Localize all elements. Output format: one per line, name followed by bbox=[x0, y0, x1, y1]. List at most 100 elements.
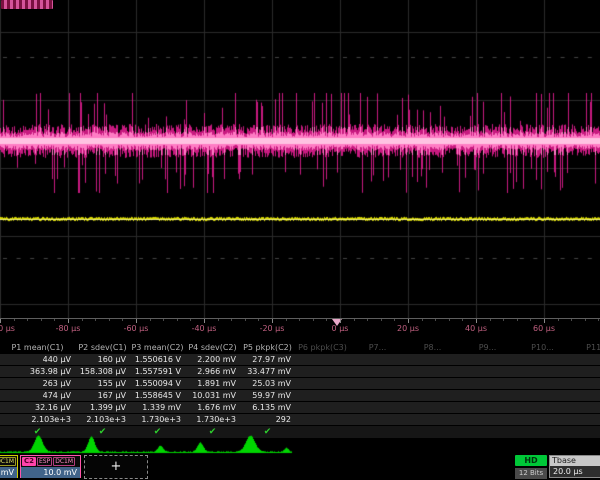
measure-value: 167 µV bbox=[75, 390, 130, 401]
axis-tick-label: -100 µs bbox=[0, 324, 15, 333]
measure-header-p7[interactable]: P7... bbox=[350, 342, 405, 353]
axis-minor-tick bbox=[299, 319, 300, 321]
axis-minor-tick bbox=[435, 319, 436, 321]
measure-header-p1[interactable]: P1 mean(C1) bbox=[0, 342, 75, 353]
measure-value: 33.477 mV bbox=[240, 366, 295, 377]
measure-row-num: 2.103e+3 2.103e+3 1.730e+3 1.730e+3 292 bbox=[0, 414, 600, 425]
measure-value: 1.676 mV bbox=[185, 402, 240, 413]
measurement-histicon-strip bbox=[0, 433, 600, 454]
axis-minor-tick bbox=[449, 319, 450, 321]
oscilloscope-screen: -100 µs-80 µs-60 µs-40 µs-20 µs0 µs20 µs… bbox=[0, 0, 600, 480]
axis-tick bbox=[476, 319, 477, 323]
axis-minor-tick bbox=[14, 319, 15, 321]
measure-value: 2.200 mV bbox=[185, 354, 240, 365]
axis-minor-tick bbox=[122, 319, 123, 321]
measure-value: 155 µV bbox=[75, 378, 130, 389]
axis-minor-tick bbox=[517, 319, 518, 321]
axis-minor-tick bbox=[231, 319, 232, 321]
measure-value: 27.97 mV bbox=[240, 354, 295, 365]
axis-tick bbox=[408, 319, 409, 323]
measure-header-p10[interactable]: P10... bbox=[515, 342, 570, 353]
axis-minor-tick bbox=[367, 319, 368, 321]
axis-tick-label: 40 µs bbox=[465, 324, 487, 333]
axis-minor-tick bbox=[422, 319, 423, 321]
measure-header-p6[interactable]: P6 pkpk(C3) bbox=[295, 342, 350, 353]
measure-value: 2.103e+3 bbox=[0, 414, 75, 425]
axis-tick-label: -60 µs bbox=[124, 324, 149, 333]
measure-row-value: 440 µV 160 µV 1.550616 V 2.200 mV 27.97 … bbox=[0, 354, 600, 365]
measure-value: 1.730e+3 bbox=[130, 414, 185, 425]
waveform-grid[interactable] bbox=[0, 0, 600, 318]
hd-mode-badge[interactable]: HD bbox=[515, 455, 547, 466]
timebase-descriptor[interactable]: Tbase 20.0 µs bbox=[549, 455, 600, 478]
measure-value: 10.031 mV bbox=[185, 390, 240, 401]
axis-minor-tick bbox=[313, 319, 314, 321]
axis-minor-tick bbox=[354, 319, 355, 321]
axis-minor-tick bbox=[82, 319, 83, 321]
timebase-value: 20.0 µs bbox=[550, 466, 600, 477]
axis-minor-tick bbox=[286, 319, 287, 321]
add-trace-button[interactable]: + bbox=[84, 455, 148, 479]
measure-value: 1.550094 V bbox=[130, 378, 185, 389]
measure-value: 1.891 mV bbox=[185, 378, 240, 389]
measure-value: 1.558645 V bbox=[130, 390, 185, 401]
axis-minor-tick bbox=[54, 319, 55, 321]
measure-value: 292 bbox=[240, 414, 295, 425]
measure-header-p5[interactable]: P5 pkpk(C2) bbox=[240, 342, 295, 353]
axis-tick bbox=[136, 319, 137, 323]
measure-row-mean: 363.98 µV 158.308 µV 1.557591 V 2.966 mV… bbox=[0, 366, 600, 377]
c1-coupling-badge: DC1M bbox=[0, 457, 16, 466]
axis-minor-tick bbox=[109, 319, 110, 321]
axis-tick-label: 20 µs bbox=[397, 324, 419, 333]
measure-value: 1.399 µV bbox=[75, 402, 130, 413]
resolution-bits-label: 12 Bits bbox=[515, 468, 547, 479]
measure-header-p3[interactable]: P3 mean(C2) bbox=[130, 342, 185, 353]
measure-value: 474 µV bbox=[0, 390, 75, 401]
c2-scale-value: 10.0 mV bbox=[21, 467, 80, 478]
axis-minor-tick bbox=[585, 319, 586, 321]
measure-value: 2.966 mV bbox=[185, 366, 240, 377]
c1-scale-value: 10.0 mV bbox=[0, 467, 17, 478]
measurement-table: P1 mean(C1) P2 sdev(C1) P3 mean(C2) P4 s… bbox=[0, 342, 600, 439]
axis-tick bbox=[340, 319, 341, 323]
axis-tick-label: -20 µs bbox=[260, 324, 285, 333]
measure-header-p4[interactable]: P4 sdev(C2) bbox=[185, 342, 240, 353]
measure-row-sdev: 32.16 µV 1.399 µV 1.339 mV 1.676 mV 6.13… bbox=[0, 402, 600, 413]
axis-minor-tick bbox=[326, 319, 327, 321]
axis-minor-tick bbox=[381, 319, 382, 321]
timebase-label: Tbase bbox=[550, 456, 600, 466]
axis-tick-label: 60 µs bbox=[533, 324, 555, 333]
axis-minor-tick bbox=[571, 319, 572, 321]
cropped-pink-label bbox=[1, 0, 53, 9]
measure-value: 32.16 µV bbox=[0, 402, 75, 413]
measure-row-min: 263 µV 155 µV 1.550094 V 1.891 mV 25.03 … bbox=[0, 378, 600, 389]
axis-tick bbox=[68, 319, 69, 323]
axis-tick bbox=[204, 319, 205, 323]
measure-value: 6.135 mV bbox=[240, 402, 295, 413]
axis-tick-label: 0 µs bbox=[332, 324, 349, 333]
channel-c2-descriptor[interactable]: C2 ESP DC1M 10.0 mV bbox=[20, 455, 81, 478]
axis-minor-tick bbox=[218, 319, 219, 321]
bottom-bar: DC1M 10.0 mV C2 ESP DC1M 10.0 mV + HD 12… bbox=[0, 455, 600, 480]
axis-minor-tick bbox=[462, 319, 463, 321]
measure-header-row: P1 mean(C1) P2 sdev(C1) P3 mean(C2) P4 s… bbox=[0, 342, 600, 353]
measure-header-p8[interactable]: P8... bbox=[405, 342, 460, 353]
time-axis: -100 µs-80 µs-60 µs-40 µs-20 µs0 µs20 µs… bbox=[0, 318, 600, 341]
measure-value: 1.557591 V bbox=[130, 366, 185, 377]
measure-header-p9[interactable]: P9... bbox=[460, 342, 515, 353]
axis-minor-tick bbox=[177, 319, 178, 321]
channel-c1-descriptor[interactable]: DC1M 10.0 mV bbox=[0, 455, 18, 478]
measure-header-p2[interactable]: P2 sdev(C1) bbox=[75, 342, 130, 353]
axis-minor-tick bbox=[530, 319, 531, 321]
axis-minor-tick bbox=[95, 319, 96, 321]
axis-minor-tick bbox=[598, 319, 599, 321]
c2-coupling-badge: DC1M bbox=[53, 457, 75, 466]
measure-header-p11[interactable]: P11... bbox=[570, 342, 600, 353]
measure-value: 25.03 mV bbox=[240, 378, 295, 389]
axis-minor-tick bbox=[490, 319, 491, 321]
axis-minor-tick bbox=[27, 319, 28, 321]
axis-minor-tick bbox=[245, 319, 246, 321]
measure-value: 1.550616 V bbox=[130, 354, 185, 365]
measure-value: 1.339 mV bbox=[130, 402, 185, 413]
measure-value: 158.308 µV bbox=[75, 366, 130, 377]
